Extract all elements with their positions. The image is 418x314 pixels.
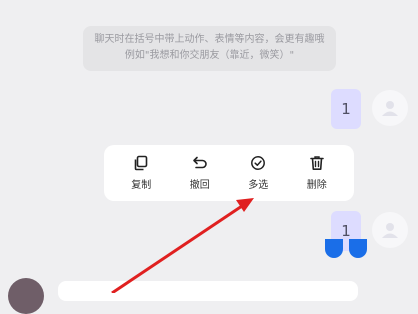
- sent-message-bubble[interactable]: 1: [331, 89, 361, 129]
- menu-item-label: 撤回: [189, 180, 210, 191]
- contact-avatar[interactable]: [8, 278, 44, 314]
- menu-item-delete[interactable]: 删除: [292, 155, 342, 191]
- user-avatar-icon: [382, 223, 398, 238]
- hint-line-1: 聊天时在括号中带上动作、表情等内容，会更有趣哦: [94, 34, 325, 45]
- menu-item-label: 删除: [306, 180, 327, 191]
- user-avatar[interactable]: [372, 212, 408, 248]
- trash-icon: [309, 156, 324, 170]
- menu-item-recall[interactable]: 撤回: [175, 155, 225, 191]
- user-avatar[interactable]: [372, 90, 408, 126]
- menu-item-label: 复制: [131, 180, 152, 191]
- copy-icon: [134, 155, 148, 171]
- menu-item-multiselect[interactable]: 多选: [233, 155, 283, 191]
- undo-icon: [192, 156, 207, 169]
- system-hint: 聊天时在括号中带上动作、表情等内容，会更有趣哦 例如"我想和你交朋友（靠近，微笑…: [83, 26, 336, 71]
- incoming-message-bubble[interactable]: [58, 281, 358, 301]
- touch-marker-icon: [325, 239, 367, 258]
- user-avatar-icon: [382, 101, 398, 116]
- hint-line-2: 例如"我想和你交朋友（靠近，微笑）": [124, 50, 295, 61]
- menu-item-label: 多选: [248, 180, 269, 191]
- menu-item-copy[interactable]: 复制: [116, 155, 166, 191]
- check-circle-icon: [251, 156, 266, 170]
- message-context-menu: 复制 撤回 多选 删除: [104, 145, 354, 201]
